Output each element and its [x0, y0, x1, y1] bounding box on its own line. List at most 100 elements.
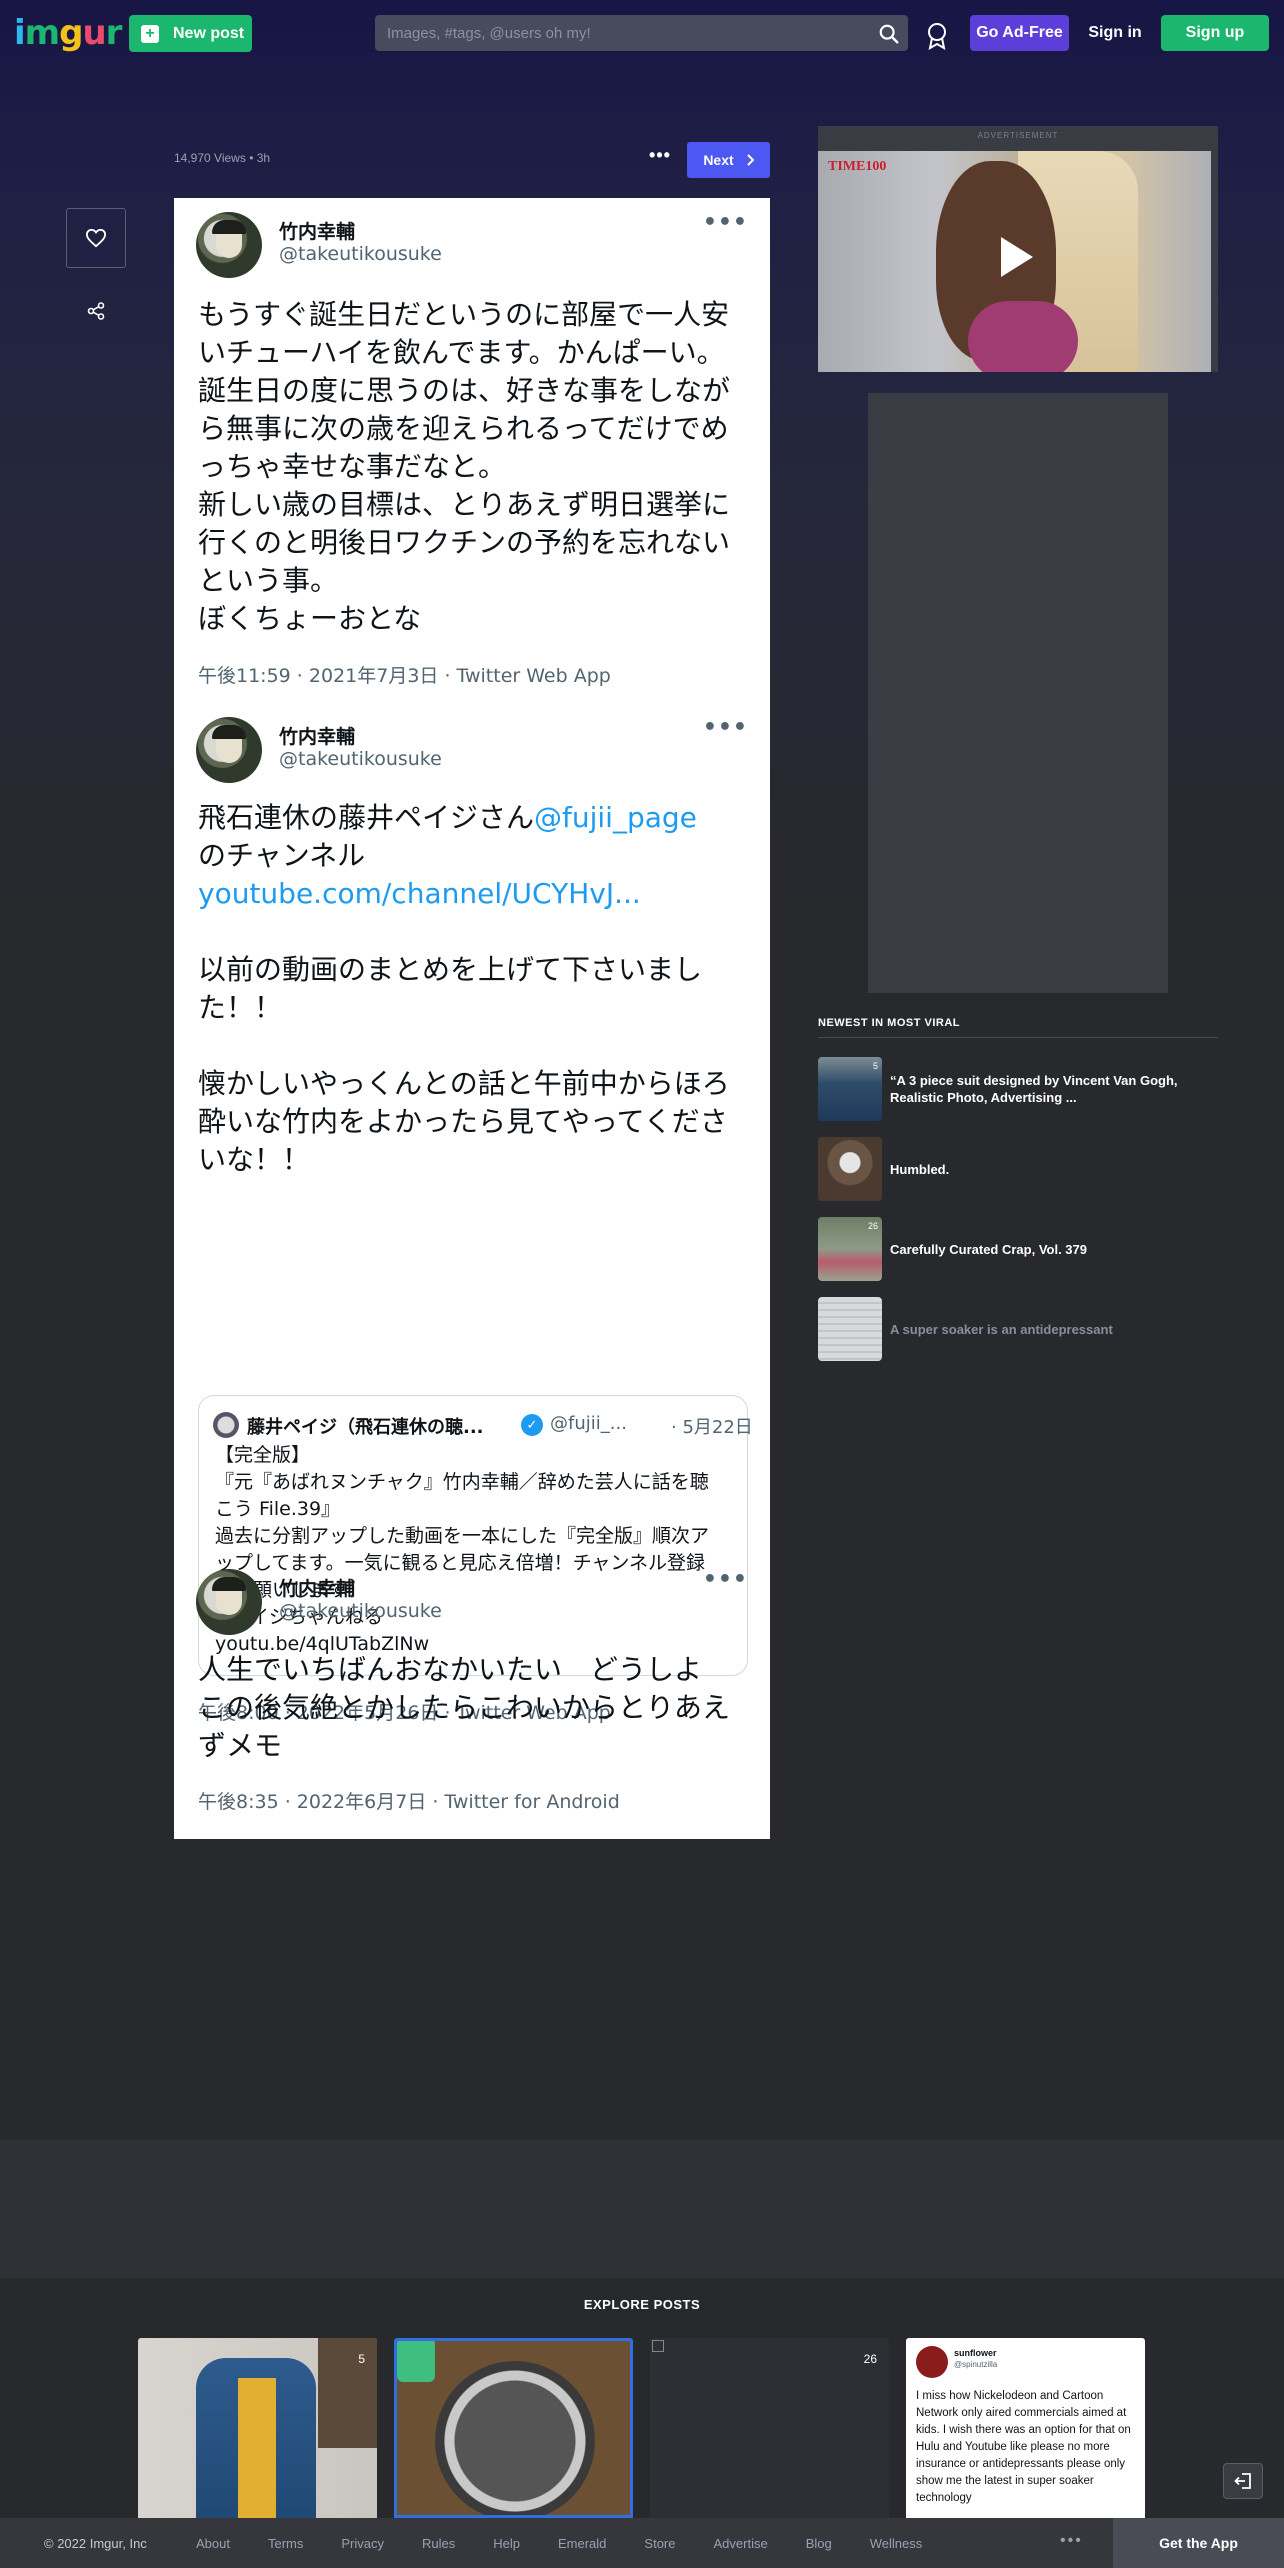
tweet-avatar	[196, 212, 262, 278]
quoted-line: 【完全版】	[215, 1444, 311, 1466]
viral-title: Carefully Curated Crap, Vol. 379	[890, 1241, 1087, 1257]
quoted-line: 『元『あばれヌンチャク』竹内幸輔／辞めた芸人に話を聴	[215, 1471, 709, 1493]
tweet-avatar	[196, 717, 262, 783]
quoted-line: こう File.39』	[215, 1498, 341, 1520]
broken-image-icon	[652, 2340, 664, 2352]
tweet-author-name: 竹内幸輔	[279, 726, 356, 748]
post-image: 竹内幸輔 @takeutikousuke ••• もうすぐ誕生日だというのに部屋…	[174, 198, 770, 1839]
footer-link-wellness[interactable]: Wellness	[870, 2536, 923, 2551]
footer-more-button[interactable]: •••	[1060, 2532, 1083, 2550]
explore-card[interactable]: 26	[650, 2338, 889, 2518]
tweet-line: 懐かしいやっくんとの話と午前中からほろ	[198, 1067, 730, 1100]
tweet-line: 人生でいちばんおなかいたい どうしよ	[198, 1653, 703, 1686]
sign-in-button[interactable]: Sign in	[1082, 15, 1148, 51]
viral-title: Humbled.	[890, 1161, 950, 1177]
footer-link-terms[interactable]: Terms	[268, 2536, 303, 2551]
video-advertisement[interactable]: ADVERTISEMENT TIME100	[818, 126, 1218, 372]
next-label: Next	[703, 152, 734, 168]
explore-card[interactable]	[394, 2338, 633, 2518]
share-button[interactable]	[82, 297, 110, 325]
footer-link-advertise[interactable]: Advertise	[714, 2536, 768, 2551]
footer-link-emerald[interactable]: Emerald	[558, 2536, 606, 2551]
quoted-author-name: 藤井ペイジ（飛石連休の聴...	[247, 1417, 484, 1438]
mention-link: @fujii_page	[534, 801, 697, 834]
footer-links: About Terms Privacy Rules Help Emerald S…	[196, 2536, 960, 2551]
footer: © 2022 Imgur, Inc About Terms Privacy Ru…	[0, 2518, 1284, 2568]
tweet-author-name: 竹内幸輔	[279, 1578, 356, 1600]
tweet-text: 飛石連休の藤井ペイジさん@fujii_page のチャンネル youtube.c…	[198, 799, 748, 1179]
emerald-award-icon[interactable]	[925, 22, 949, 50]
footer-link-rules[interactable]: Rules	[422, 2536, 455, 2551]
explore-heading: EXPLORE POSTS	[583, 2297, 701, 2312]
viral-list-item[interactable]: 26 Carefully Curated Crap, Vol. 379	[818, 1217, 1218, 1281]
tweet-author-name: sunflower	[954, 2348, 997, 2358]
tweet-line: もうすぐ誕生日だというのに部屋で一人安	[198, 298, 730, 331]
go-ad-free-button[interactable]: Go Ad-Free	[970, 15, 1069, 51]
explore-card[interactable]: 5	[138, 2338, 377, 2518]
image-count: 5	[872, 1061, 878, 1071]
footer-copyright: © 2022 Imgur, Inc	[44, 2536, 147, 2551]
tweet-author-handle: @takeutikousuke	[279, 1600, 442, 1622]
footer-link-store[interactable]: Store	[644, 2536, 675, 2551]
new-post-button[interactable]: + New post	[129, 15, 252, 52]
search-icon[interactable]	[878, 23, 900, 45]
post-age: 3h	[256, 151, 271, 165]
next-post-button[interactable]: Next	[687, 142, 770, 178]
quoted-line: 過去に分割アップした動画を一本にした『完全版』順次ア	[215, 1525, 710, 1547]
search-bar	[375, 15, 908, 51]
tweet-line: 酔いな竹内をよかったら見てやってくださ	[198, 1105, 728, 1138]
ad-video-player[interactable]: TIME100	[818, 151, 1211, 372]
viral-list-item[interactable]: 5 “A 3 piece suit designed by Vincent Va…	[818, 1057, 1218, 1121]
viral-thumbnail	[818, 1297, 882, 1361]
back-to-top-button[interactable]	[1223, 2463, 1263, 2499]
tweet-author-handle: @takeutikousuke	[279, 748, 442, 770]
quoted-author-handle: @fujii_...	[550, 1413, 627, 1434]
play-icon[interactable]	[1001, 237, 1033, 277]
top-navigation-bar: imgur + New post Go Ad-Free Sign in Sign…	[0, 0, 1284, 66]
meta-separator: •	[249, 151, 254, 165]
chevron-right-icon	[746, 154, 754, 166]
viral-thumbnail: 5	[818, 1057, 882, 1121]
imgur-logo[interactable]: imgur	[14, 14, 122, 52]
tweet-author-name: 竹内幸輔	[279, 221, 356, 243]
post-options-button[interactable]: •••	[645, 146, 675, 171]
sign-up-button[interactable]: Sign up	[1161, 15, 1269, 51]
tweet-avatar	[916, 2346, 948, 2378]
get-the-app-button[interactable]: Get the App	[1113, 2518, 1284, 2568]
tweet-line: 誕生日の度に思うのは、好きな事をしなが	[198, 374, 731, 407]
bottom-ad-band	[0, 2140, 1284, 2278]
viral-section-heading: NEWEST IN MOST VIRAL	[818, 1017, 1218, 1038]
image-count: 5	[358, 2352, 365, 2366]
quoted-tweet: 藤井ペイジ（飛石連休の聴... ✓ @fujii_... · 5月22日 【完全…	[198, 1395, 753, 1676]
post-stats: 14,970 Views • 3h	[174, 151, 270, 165]
explore-card[interactable]: sunflower @spinutzilla I miss how Nickel…	[906, 2338, 1145, 2518]
tweet-line: という事。	[198, 564, 339, 597]
footer-link-blog[interactable]: Blog	[806, 2536, 832, 2551]
tweet-line: この後気絶とかしたらこわいからとりあえ	[198, 1691, 731, 1724]
tweet-more-icon: •••	[702, 1567, 748, 1592]
tweet-line: いな！！	[198, 1143, 311, 1176]
viral-title: A super soaker is an antidepressant	[890, 1321, 1113, 1337]
advertisement-label: ADVERTISEMENT	[977, 131, 1059, 140]
quoted-avatar	[213, 1412, 239, 1438]
viral-title: “A 3 piece suit designed by Vincent Van …	[890, 1073, 1178, 1105]
tweet-avatar	[196, 1569, 262, 1635]
tweet-line: 行くのと明後日ワクチンの予約を忘れない	[198, 526, 731, 559]
sidebar-ad-slot	[868, 393, 1168, 993]
viral-thumbnail: 26	[818, 1217, 882, 1281]
favorite-button[interactable]	[66, 208, 126, 268]
tweet-line: のチャンネル	[198, 839, 366, 872]
tweet-line: ずメモ	[198, 1729, 283, 1762]
quoted-text: 【完全版】 『元『あばれヌンチャク』竹内幸輔／辞めた芸人に話を聴 こう File…	[215, 1442, 735, 1658]
tweet-author-handle: @spinutzilla	[954, 2360, 998, 2369]
footer-link-about[interactable]: About	[196, 2536, 230, 2551]
search-input[interactable]	[375, 15, 865, 51]
tweet-author-handle: @takeutikousuke	[279, 243, 442, 265]
tweet-timestamp: 午後8:35 · 2022年6月7日 · Twitter for Android	[198, 1791, 620, 1813]
footer-link-privacy[interactable]: Privacy	[341, 2536, 384, 2551]
tweet-line: ら無事に次の歳を迎えられるってだけでめ	[198, 412, 729, 445]
footer-link-help[interactable]: Help	[493, 2536, 520, 2551]
viral-list-item[interactable]: Humbled.	[818, 1137, 1218, 1201]
viral-list-item[interactable]: A super soaker is an antidepressant	[818, 1297, 1218, 1361]
